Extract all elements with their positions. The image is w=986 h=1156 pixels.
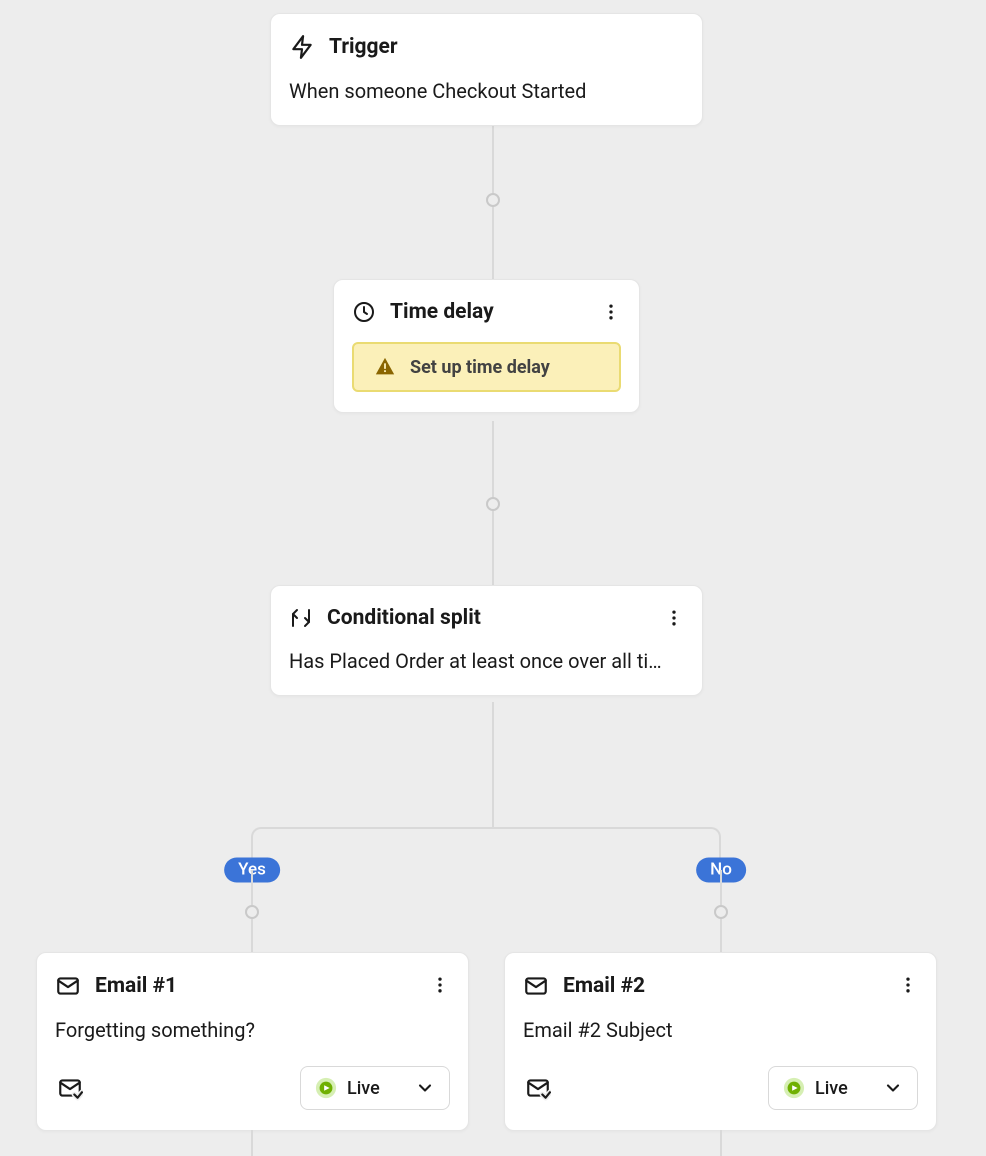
connector bbox=[492, 702, 494, 828]
connector-joint[interactable] bbox=[486, 193, 500, 207]
bolt-icon bbox=[289, 34, 315, 60]
chevron-down-icon bbox=[883, 1078, 903, 1098]
email-1-card[interactable]: Email #1 Forgetting something? Live bbox=[36, 952, 469, 1131]
email-2-status-dropdown[interactable]: Live bbox=[768, 1066, 918, 1110]
mail-icon bbox=[523, 973, 549, 999]
ab-test-icon[interactable] bbox=[55, 1073, 85, 1103]
branch-connector bbox=[720, 1130, 722, 1156]
email-2-menu-button[interactable] bbox=[894, 971, 922, 999]
trigger-card[interactable]: Trigger When someone Checkout Started bbox=[270, 13, 703, 126]
conditional-title: Conditional split bbox=[327, 606, 481, 630]
kebab-icon bbox=[430, 975, 450, 995]
email-1-menu-button[interactable] bbox=[426, 971, 454, 999]
branch-connector bbox=[251, 1130, 253, 1156]
branch-joint[interactable] bbox=[714, 905, 728, 919]
email-1-status-label: Live bbox=[347, 1078, 380, 1099]
conditional-split-card[interactable]: Conditional split Has Placed Order at le… bbox=[270, 585, 703, 696]
trigger-title: Trigger bbox=[329, 35, 398, 59]
email-2-card[interactable]: Email #2 Email #2 Subject Live bbox=[504, 952, 937, 1131]
email-2-status-label: Live bbox=[815, 1078, 848, 1099]
trigger-desc: When someone Checkout Started bbox=[289, 78, 684, 105]
warning-icon bbox=[374, 356, 396, 378]
kebab-icon bbox=[898, 975, 918, 995]
kebab-icon bbox=[664, 608, 684, 628]
play-icon bbox=[783, 1077, 805, 1099]
conditional-menu-button[interactable] bbox=[660, 604, 688, 632]
warning-text: Set up time delay bbox=[410, 357, 550, 378]
branch-joint[interactable] bbox=[245, 905, 259, 919]
flow-canvas[interactable]: Trigger When someone Checkout Started Ti… bbox=[0, 0, 986, 1156]
email-2-subject: Email #2 Subject bbox=[523, 1017, 918, 1044]
time-delay-card[interactable]: Time delay Set up time delay bbox=[333, 279, 640, 413]
email-1-subject: Forgetting something? bbox=[55, 1017, 450, 1044]
email-2-title: Email #2 bbox=[563, 974, 645, 998]
kebab-icon bbox=[601, 302, 621, 322]
conditional-desc: Has Placed Order at least once over all … bbox=[289, 648, 684, 675]
mail-icon bbox=[55, 973, 81, 999]
clock-icon bbox=[352, 300, 376, 324]
time-delay-warning[interactable]: Set up time delay bbox=[352, 342, 621, 392]
connector-joint[interactable] bbox=[486, 497, 500, 511]
email-1-title: Email #1 bbox=[95, 974, 177, 998]
time-delay-menu-button[interactable] bbox=[597, 298, 625, 326]
split-icon bbox=[289, 606, 313, 630]
split-frame bbox=[251, 827, 721, 871]
time-delay-title: Time delay bbox=[390, 300, 494, 324]
email-1-status-dropdown[interactable]: Live bbox=[300, 1066, 450, 1110]
ab-test-icon[interactable] bbox=[523, 1073, 553, 1103]
play-icon bbox=[315, 1077, 337, 1099]
chevron-down-icon bbox=[415, 1078, 435, 1098]
